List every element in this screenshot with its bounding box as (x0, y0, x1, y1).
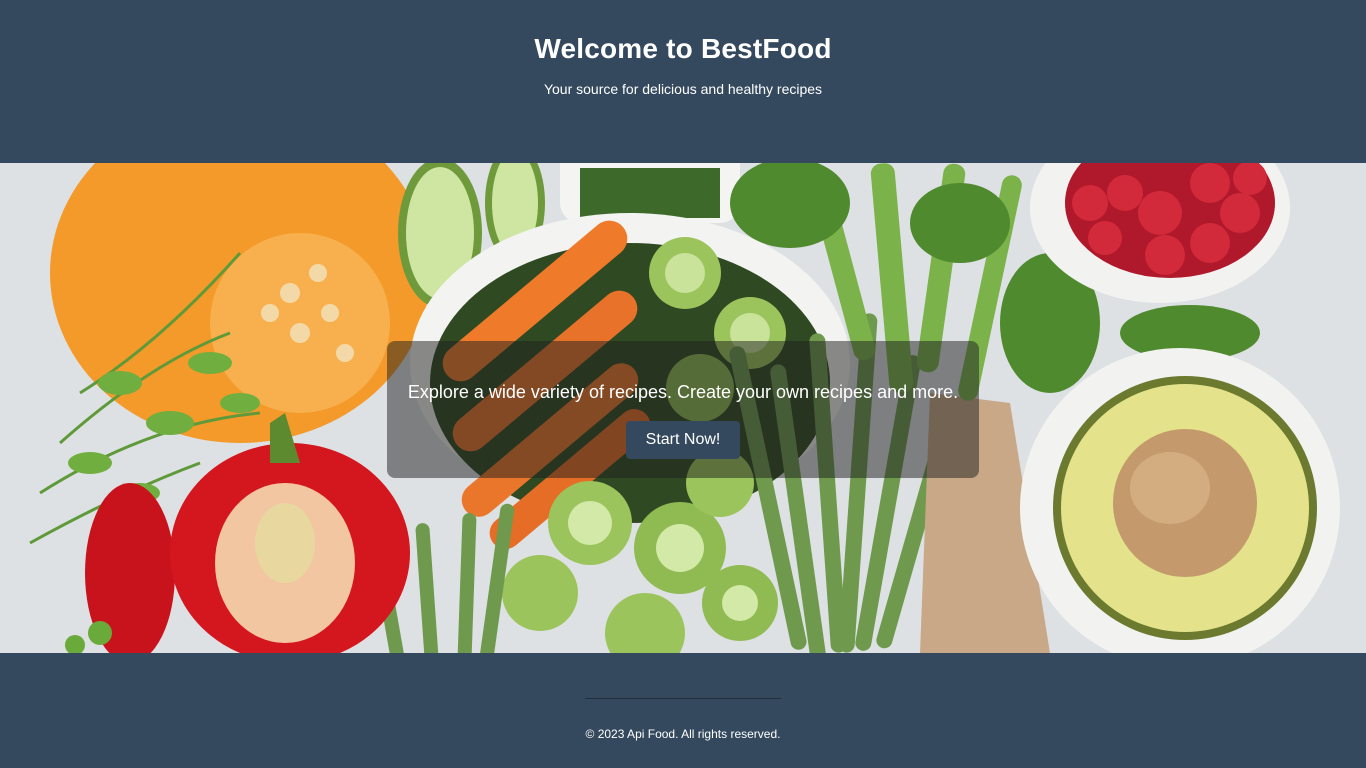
page-title: Welcome to BestFood (534, 33, 832, 64)
hero-tagline: Explore a wide variety of recipes. Creat… (407, 382, 959, 402)
footer-divider (585, 698, 781, 699)
page-subtitle: Your source for delicious and healthy re… (543, 81, 823, 97)
site-footer: © 2023 Api Food. All rights reserved. (0, 653, 1366, 768)
start-now-button[interactable]: Start Now! (626, 421, 740, 459)
site-header: Welcome to BestFood Your source for deli… (0, 0, 1366, 163)
footer-copyright: © 2023 Api Food. All rights reserved. (585, 727, 781, 741)
